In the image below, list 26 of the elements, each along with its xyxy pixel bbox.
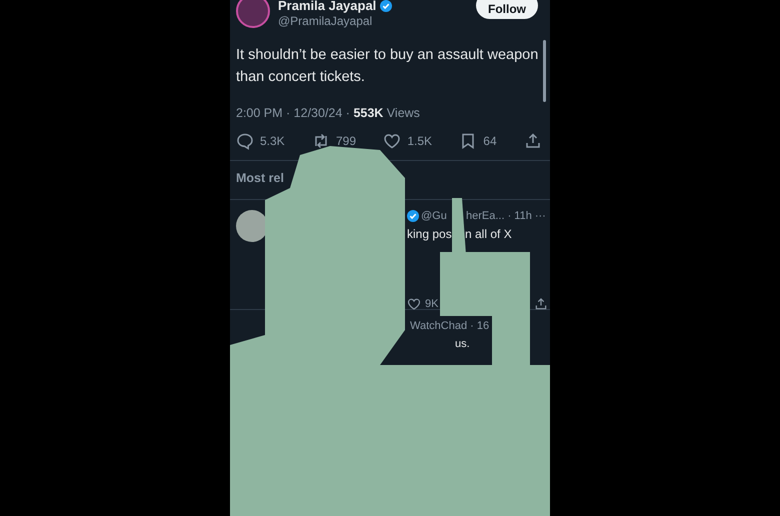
comment-icon[interactable] xyxy=(236,132,254,150)
post-text: It shouldn’t be easier to buy an assault weapon than concert tickets. xyxy=(236,46,540,87)
reply-header-text: @Gu xyxy=(421,210,448,222)
author-handle: @PramilaJayapal xyxy=(278,14,374,28)
more-icon[interactable]: ··· xyxy=(534,210,546,222)
action-count: 799 xyxy=(336,134,356,148)
avatar xyxy=(236,0,270,28)
reply-text: us. xyxy=(455,338,470,350)
reply-avatar xyxy=(236,210,268,242)
scrollbar[interactable] xyxy=(543,40,546,102)
action-count: 64 xyxy=(483,134,497,148)
reply-text: king pos xyxy=(407,227,453,241)
reply-header-text: WatchChad · 16 xyxy=(410,320,490,332)
post-meta: 2:00 PM · 12/30/24 · 553K Views xyxy=(236,106,421,120)
heart-icon[interactable] xyxy=(383,132,402,150)
section-label: Most rel xyxy=(236,171,284,185)
reply-header-text: herEa... · 11h xyxy=(466,210,532,222)
reply-text: n all of X xyxy=(465,227,512,241)
heart-icon[interactable] xyxy=(407,297,421,311)
share-icon[interactable] xyxy=(524,132,542,150)
action-count: 5.3K xyxy=(260,134,285,148)
follow-button[interactable]: Follow xyxy=(476,0,538,19)
author-name: Pramila Jayapal xyxy=(278,0,376,13)
like-count: 9K xyxy=(425,298,438,310)
action-count: 1.5K xyxy=(407,134,432,148)
share-icon[interactable] xyxy=(534,297,548,311)
